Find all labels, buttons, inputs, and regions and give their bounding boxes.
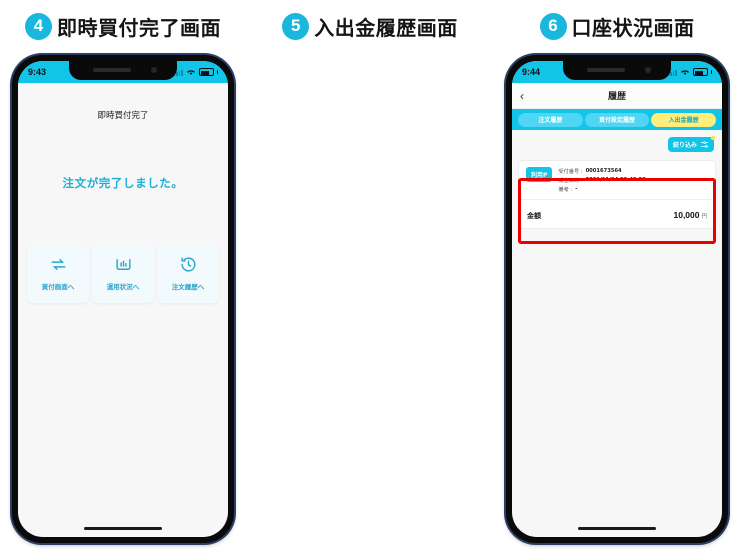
completion-message: 注文が完了しました。 xyxy=(62,176,184,190)
battery-tip-icon xyxy=(216,70,218,74)
panel-4-number: 4 xyxy=(25,12,52,40)
history-clock-icon xyxy=(180,257,196,272)
battery-icon xyxy=(198,68,214,76)
phone-screen-4: 9:43 即時買付完了 注文が完了しました。 買付画面へ 運用状況へ 注文履歴へ xyxy=(18,61,228,537)
goto-performance-button[interactable]: 運用状況へ xyxy=(92,243,154,303)
action-card-group: 買付画面へ 運用状況へ 注文履歴へ xyxy=(27,243,219,303)
slide-canvas: 4 即時買付完了画面 9:43 即時買付完了 注文が完了しました。 買付画面へ … xyxy=(0,0,740,550)
panel-4-title: 即時買付完了画面 xyxy=(57,15,221,40)
goto-purchase-label: 買付画面へ xyxy=(41,283,75,291)
front-camera-icon xyxy=(645,67,651,73)
goto-purchase-button[interactable]: 買付画面へ xyxy=(27,243,89,303)
home-indicator xyxy=(84,527,162,530)
panel-5-header: 5 入出金履歴画面 xyxy=(247,8,493,44)
exchange-arrows-icon xyxy=(50,259,66,270)
goto-order-history-label: 注文履歴へ xyxy=(171,283,205,291)
goto-order-history-button[interactable]: 注文履歴へ xyxy=(157,243,219,303)
speaker-slot-icon xyxy=(587,68,625,72)
battery-icon xyxy=(692,68,708,76)
panel-5-title: 入出金履歴画面 xyxy=(314,15,458,40)
panel-6-header: 6 口座状況画面 xyxy=(494,8,740,44)
status-indicators xyxy=(173,68,218,76)
phone-mockup-4: 9:43 即時買付完了 注文が完了しました。 買付画面へ 運用状況へ 注文履歴へ xyxy=(12,55,234,543)
status-time: 9:44 xyxy=(522,67,541,77)
panel-6-number: 6 xyxy=(539,12,567,40)
bar-chart-icon xyxy=(115,259,131,270)
wifi-icon xyxy=(680,70,689,75)
panel-5-number: 5 xyxy=(282,12,310,40)
goto-performance-label: 運用状況へ xyxy=(106,283,140,291)
panel-6-title: 口座状況画面 xyxy=(571,15,695,40)
speaker-slot-icon xyxy=(93,68,131,72)
panel-4-header: 4 即時買付完了画面 xyxy=(0,8,246,44)
purchase-complete-view: 即時買付完了 注文が完了しました。 買付画面へ 運用状況へ 注文履歴へ xyxy=(18,109,228,303)
front-camera-icon xyxy=(151,67,157,73)
page-title: 即時買付完了 xyxy=(97,111,149,121)
status-indicators xyxy=(667,68,712,76)
battery-tip-icon xyxy=(710,70,712,74)
panel-4: 4 即時買付完了画面 9:43 即時買付完了 注文が完了しました。 買付画面へ … xyxy=(0,0,246,550)
status-time: 9:43 xyxy=(28,67,47,77)
notch xyxy=(69,61,177,80)
wifi-icon xyxy=(186,70,195,75)
home-indicator xyxy=(578,527,656,530)
notch xyxy=(563,61,671,80)
panel-5: 5 入出金履歴画面 9:44 ‹ 履歴 注文履歴 買付設定履歴 入出金履歴 絞り… xyxy=(247,0,728,550)
